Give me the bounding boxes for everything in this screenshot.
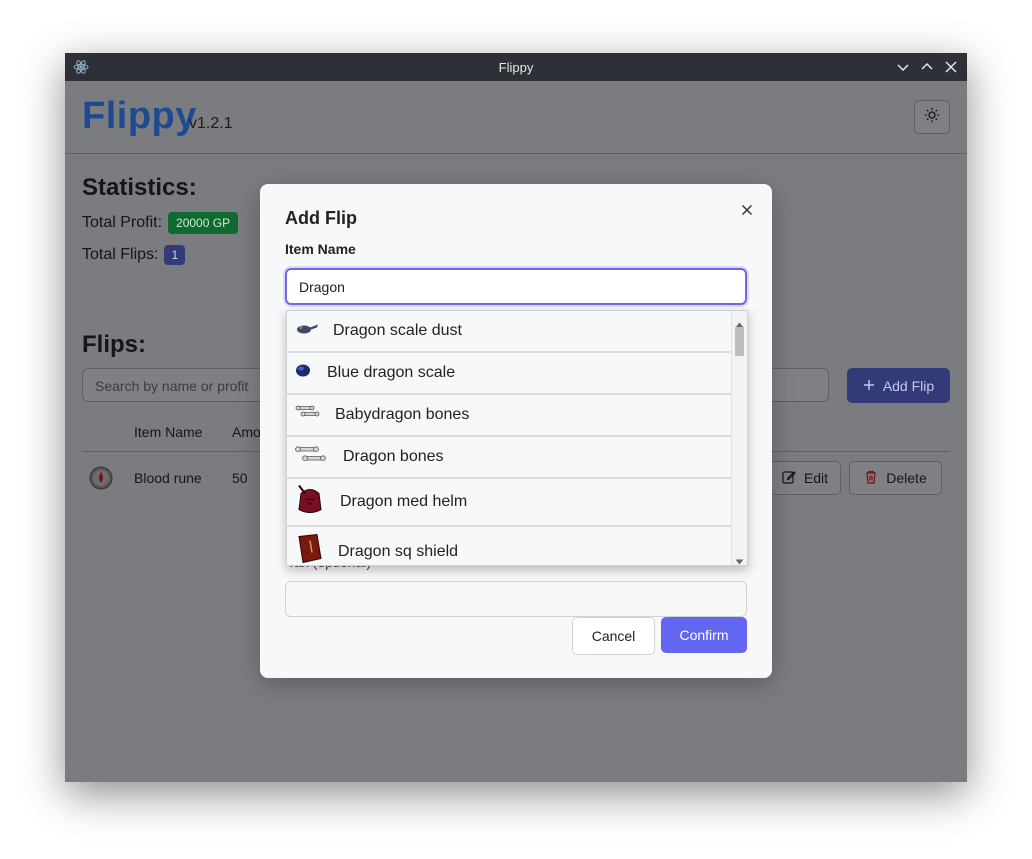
blue-dragon-scale-icon [295,363,311,384]
close-window-button[interactable] [943,59,959,75]
column-item-name: Item Name [134,424,203,440]
blood-rune-icon [89,466,113,490]
version-label: v1.2.1 [189,115,233,132]
trash-icon [864,470,878,487]
item-name-input[interactable] [285,268,747,305]
confirm-button[interactable]: Confirm [661,617,747,653]
row-amount: 50 [232,470,248,486]
item-suggestions-dropdown: Dragon scale dust Blue dragon scale Baby… [286,310,748,566]
babydragon-bones-icon [295,403,321,428]
suggestion-item[interactable]: Babydragon bones [287,395,731,437]
suggestion-label: Babydragon bones [335,406,470,423]
window-title: Flippy [498,60,534,75]
theme-toggle-button[interactable] [914,100,950,134]
statistics-heading: Statistics: [82,174,197,201]
dragon-med-helm-icon [295,484,325,521]
cancel-button[interactable]: Cancel [572,617,655,655]
delete-button[interactable]: Delete [849,461,942,495]
scroll-thumb[interactable] [735,327,744,356]
tax-input[interactable] [285,581,747,617]
edit-label: Edit [803,470,829,486]
suggestion-label: Blue dragon scale [327,364,456,381]
delete-label: Delete [886,470,927,486]
scroll-down-icon[interactable] [735,552,744,565]
suggestion-item[interactable]: Dragon sq shield [287,527,731,566]
suggestion-item[interactable]: Dragon med helm [287,479,731,527]
edit-button[interactable]: Edit [769,461,841,495]
dragon-sq-shield-icon [295,533,323,566]
dragon-scale-dust-icon [295,322,319,341]
sun-icon [924,107,940,128]
total-flips-label: Total Flips: [82,246,159,263]
dropdown-scrollbar[interactable] [731,311,747,565]
edit-icon [782,470,796,487]
total-profit-badge: 20000 GP [168,212,239,234]
suggestion-label: Dragon med helm [340,493,468,510]
suggestion-label: Dragon sq shield [338,543,459,560]
suggestion-label: Dragon bones [343,448,444,465]
plus-icon [863,378,875,394]
close-icon[interactable] [739,202,755,218]
minimize-button[interactable] [895,59,911,75]
brand-logo: Flippy [82,95,197,137]
app-header: Flippy v1.2.1 [65,81,967,154]
item-name-label: Item Name [285,241,356,257]
desktop: Flippy Flippy v1.2.1 Statistics: Total P… [0,0,1032,859]
column-amount: Amo [232,424,261,440]
dialog-title: Add Flip [285,208,357,228]
suggestion-label: Dragon scale dust [333,322,462,339]
row-item-name: Blood rune [134,470,202,486]
add-flip-label: Add Flip [882,377,935,394]
maximize-button[interactable] [919,59,935,75]
dragon-bones-icon [295,443,327,472]
titlebar: Flippy [65,53,967,81]
suggestion-item[interactable]: Blue dragon scale [287,353,731,395]
suggestion-item[interactable]: Dragon bones [287,437,731,479]
add-flip-button[interactable]: Add Flip [847,368,950,403]
flips-heading: Flips: [82,331,146,358]
total-profit-row: Total Profit: 20000 GP [82,212,239,234]
total-flips-badge: 1 [164,245,186,265]
suggestion-item[interactable]: Dragon scale dust [287,311,731,353]
total-profit-label: Total Profit: [82,214,163,231]
total-flips-row: Total Flips: 1 [82,245,186,265]
